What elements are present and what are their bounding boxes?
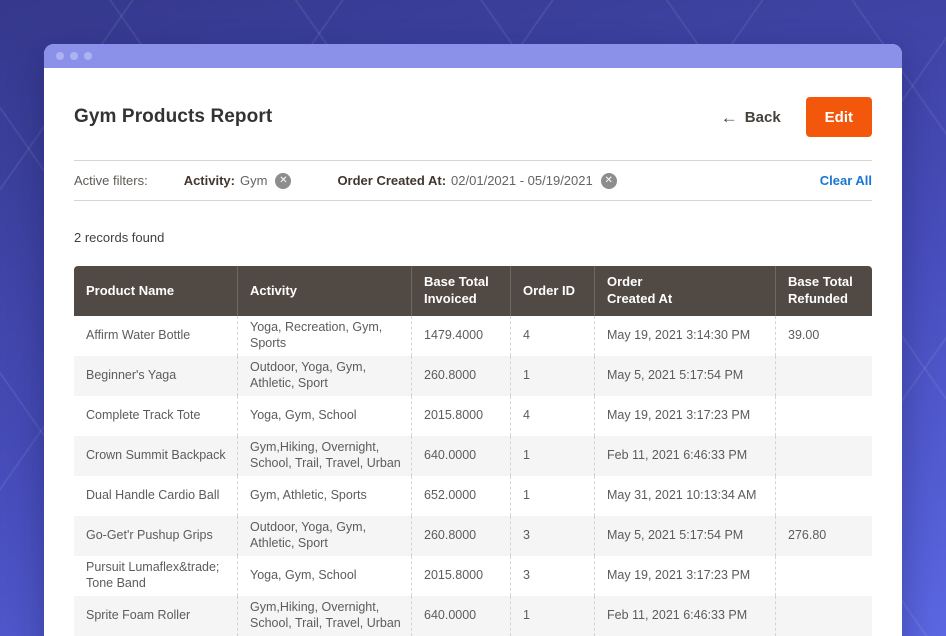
page-title: Gym Products Report [74, 106, 272, 128]
filter-chip-name: Activity: [184, 173, 235, 188]
table-cell [775, 436, 872, 476]
table-row: Beginner's YagaOutdoor, Yoga, Gym, Athle… [74, 356, 872, 396]
table-cell: Pursuit Lumaflex&trade; Tone Band [74, 556, 237, 596]
table-cell: 640.0000 [411, 436, 510, 476]
column-header-base-total-refunded: Base Total Refunded [775, 266, 872, 316]
table-cell: Sprite Foam Roller [74, 596, 237, 636]
filter-chip-value: 02/01/2021 - 05/19/2021 [451, 173, 593, 188]
table-cell: 1479.4000 [411, 316, 510, 356]
table-cell: 4 [510, 396, 594, 436]
column-header-order-id: Order ID [510, 266, 594, 316]
table-cell: Yoga, Gym, School [237, 556, 411, 596]
table-row: Go-Get'r Pushup GripsOutdoor, Yoga, Gym,… [74, 516, 872, 556]
table-cell [775, 396, 872, 436]
table-cell: Crown Summit Backpack [74, 436, 237, 476]
window-control-dot [56, 52, 64, 60]
table-cell [775, 356, 872, 396]
column-header-base-total-invoiced: Base Total Invoiced [411, 266, 510, 316]
filter-chip-activity: Activity: Gym ✕ [184, 173, 292, 189]
table-cell: 4 [510, 316, 594, 356]
records-found-text: 2 records found [74, 229, 872, 247]
table-row: Sprite Foam RollerGym,Hiking, Overnight,… [74, 596, 872, 636]
clear-all-filters-link[interactable]: Clear All [820, 173, 872, 188]
remove-filter-icon[interactable]: ✕ [275, 173, 291, 189]
table-row: Pursuit Lumaflex&trade; Tone BandYoga, G… [74, 556, 872, 596]
table-cell: 276.80 [775, 516, 872, 556]
window-titlebar [44, 44, 902, 68]
table-cell: May 19, 2021 3:17:23 PM [594, 556, 775, 596]
table-cell: May 5, 2021 5:17:54 PM [594, 516, 775, 556]
report-table: Product Name Activity Base Total Invoice… [74, 266, 872, 636]
page-header: Gym Products Report ← Back Edit [74, 97, 872, 137]
table-cell: Gym, Athletic, Sports [237, 476, 411, 516]
active-filters-label: Active filters: [74, 173, 148, 188]
table-cell: Affirm Water Bottle [74, 316, 237, 356]
table-row: Dual Handle Cardio BallGym, Athletic, Sp… [74, 476, 872, 516]
table-row: Complete Track ToteYoga, Gym, School2015… [74, 396, 872, 436]
table-cell: Outdoor, Yoga, Gym, Athletic, Sport [237, 516, 411, 556]
window-control-dot [84, 52, 92, 60]
header-actions: ← Back Edit [721, 97, 872, 137]
table-cell: 652.0000 [411, 476, 510, 516]
filter-chip-order-created-at: Order Created At: 02/01/2021 - 05/19/202… [337, 173, 616, 189]
table-cell: 260.8000 [411, 356, 510, 396]
table-cell: Yoga, Gym, School [237, 396, 411, 436]
table-cell: 3 [510, 556, 594, 596]
table-cell: Yoga, Recreation, Gym, Sports [237, 316, 411, 356]
remove-filter-icon[interactable]: ✕ [601, 173, 617, 189]
table-cell: 39.00 [775, 316, 872, 356]
table-cell: 640.0000 [411, 596, 510, 636]
table-cell: 260.8000 [411, 516, 510, 556]
report-window: Gym Products Report ← Back Edit Active f… [44, 44, 902, 636]
table-cell: 1 [510, 356, 594, 396]
filter-chip-value: Gym [240, 173, 267, 188]
table-body: Affirm Water BottleYoga, Recreation, Gym… [74, 316, 872, 636]
table-cell: 1 [510, 476, 594, 516]
table-cell [775, 596, 872, 636]
table-cell: 2015.8000 [411, 556, 510, 596]
back-label: Back [745, 109, 781, 126]
back-button[interactable]: ← Back [721, 109, 781, 126]
table-cell: Dual Handle Cardio Ball [74, 476, 237, 516]
table-cell: May 5, 2021 5:17:54 PM [594, 356, 775, 396]
column-header-product-name: Product Name [74, 266, 237, 316]
table-cell: Gym,Hiking, Overnight, School, Trail, Tr… [237, 596, 411, 636]
edit-button[interactable]: Edit [806, 97, 872, 137]
table-cell: 3 [510, 516, 594, 556]
table-cell: Feb 11, 2021 6:46:33 PM [594, 596, 775, 636]
table-cell: 2015.8000 [411, 396, 510, 436]
table-cell: Feb 11, 2021 6:46:33 PM [594, 436, 775, 476]
table-cell: Go-Get'r Pushup Grips [74, 516, 237, 556]
table-cell: Beginner's Yaga [74, 356, 237, 396]
table-cell: May 19, 2021 3:14:30 PM [594, 316, 775, 356]
table-cell: May 31, 2021 10:13:34 AM [594, 476, 775, 516]
active-filters-bar: Active filters: Activity: Gym ✕ Order Cr… [74, 160, 872, 201]
table-cell: 1 [510, 436, 594, 476]
table-cell: Complete Track Tote [74, 396, 237, 436]
table-row: Affirm Water BottleYoga, Recreation, Gym… [74, 316, 872, 356]
table-cell [775, 556, 872, 596]
back-arrow-icon: ← [721, 109, 738, 126]
table-cell: Gym,Hiking, Overnight, School, Trail, Tr… [237, 436, 411, 476]
table-cell: May 19, 2021 3:17:23 PM [594, 396, 775, 436]
column-header-activity: Activity [237, 266, 411, 316]
table-cell: 1 [510, 596, 594, 636]
window-control-dot [70, 52, 78, 60]
table-cell: Outdoor, Yoga, Gym, Athletic, Sport [237, 356, 411, 396]
table-cell [775, 476, 872, 516]
table-header-row: Product Name Activity Base Total Invoice… [74, 266, 872, 316]
filter-chip-name: Order Created At: [337, 173, 446, 188]
column-header-order-created-at: Order Created At [594, 266, 775, 316]
table-row: Crown Summit BackpackGym,Hiking, Overnig… [74, 436, 872, 476]
